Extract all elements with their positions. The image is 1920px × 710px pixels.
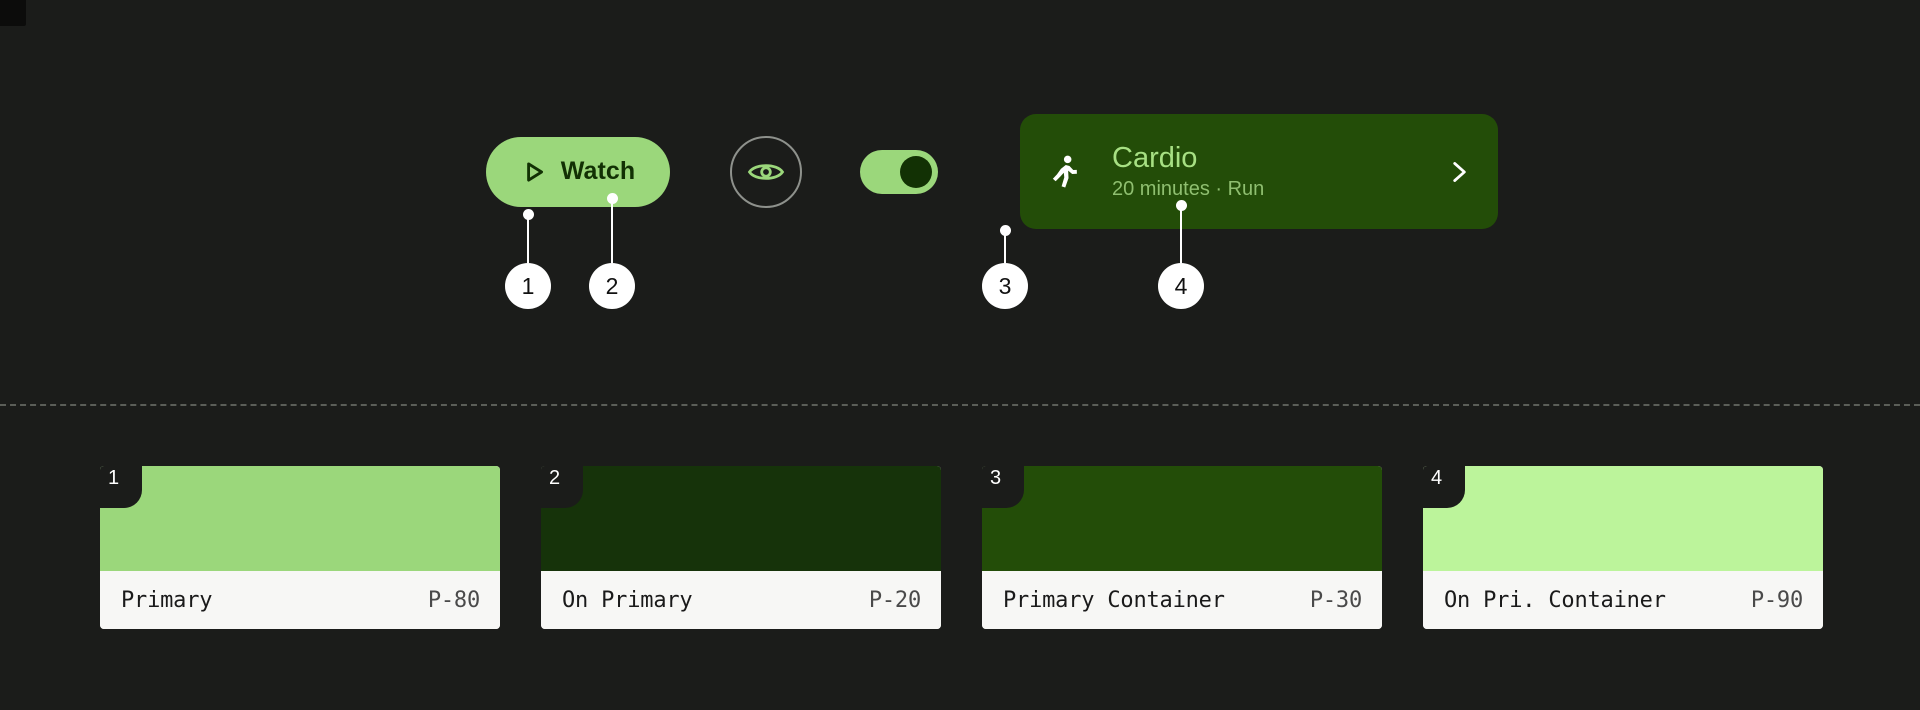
swatch-color-block bbox=[982, 466, 1382, 571]
swatch-card[interactable]: 1 Primary P-80 bbox=[100, 466, 500, 629]
chevron-right-icon bbox=[1453, 161, 1466, 182]
running-person-icon bbox=[1052, 155, 1077, 188]
toggle-thumb bbox=[900, 155, 932, 188]
swatch-color-block bbox=[100, 466, 500, 571]
callout-4-leader-line bbox=[1180, 205, 1182, 263]
swatch-card[interactable]: 3 Primary Container P-30 bbox=[982, 466, 1382, 629]
swatch-index-badge: 3 bbox=[982, 466, 1024, 508]
callout-1-leader-line bbox=[527, 214, 529, 263]
toggle-switch[interactable] bbox=[860, 149, 938, 194]
cardio-card-text: Cardio 20 minutes · Run bbox=[1112, 142, 1446, 200]
swatch-token: P-20 bbox=[868, 587, 921, 613]
swatch-label-bar: On Primary P-20 bbox=[541, 571, 941, 629]
callout-3-leader-line bbox=[1004, 230, 1006, 263]
swatch-label-bar: Primary Container P-30 bbox=[982, 571, 1382, 629]
swatch-color-block bbox=[541, 466, 941, 571]
color-swatch-strip: 1 Primary P-80 2 On Primary P-20 3 Prima… bbox=[100, 466, 1840, 629]
callout-4-bubble: 4 bbox=[1158, 263, 1204, 309]
swatch-index-badge: 4 bbox=[1423, 466, 1465, 508]
swatch-token: P-90 bbox=[1750, 587, 1803, 613]
eye-icon-button[interactable] bbox=[730, 135, 802, 208]
cardio-card-subtitle: 20 minutes · Run bbox=[1112, 177, 1265, 200]
eye-icon bbox=[747, 163, 785, 180]
callout-1-bubble: 1 bbox=[505, 263, 551, 309]
cardio-card-title: Cardio bbox=[1112, 142, 1198, 175]
callout-3-bubble: 3 bbox=[982, 263, 1028, 309]
swatch-color-block bbox=[1423, 466, 1823, 571]
swatch-index-badge: 1 bbox=[100, 466, 142, 508]
swatch-card[interactable]: 2 On Primary P-20 bbox=[541, 466, 941, 629]
callout-2-bubble: 2 bbox=[589, 263, 635, 309]
watch-button-label: Watch bbox=[560, 157, 636, 185]
play-triangle-icon bbox=[526, 161, 543, 182]
swatch-name: Primary bbox=[121, 587, 213, 613]
swatch-name: On Primary bbox=[562, 587, 693, 613]
component-showcase-region: Watch Cardio 20 minutes · Run 1 2 3 4 bbox=[0, 0, 1920, 405]
swatch-label-bar: On Pri. Container P-90 bbox=[1423, 571, 1823, 629]
swatch-token: P-30 bbox=[1309, 587, 1362, 613]
components-row: Watch Cardio 20 minutes · Run bbox=[486, 114, 1498, 229]
section-divider bbox=[0, 404, 1920, 406]
watch-button[interactable]: Watch bbox=[486, 136, 670, 207]
cardio-card[interactable]: Cardio 20 minutes · Run bbox=[1020, 114, 1498, 229]
swatch-index-badge: 2 bbox=[541, 466, 583, 508]
swatch-card[interactable]: 4 On Pri. Container P-90 bbox=[1423, 466, 1823, 629]
swatch-name: Primary Container bbox=[1003, 587, 1225, 613]
callout-2-leader-line bbox=[611, 198, 613, 263]
swatch-name: On Pri. Container bbox=[1444, 587, 1666, 613]
swatch-label-bar: Primary P-80 bbox=[100, 571, 500, 629]
swatch-token: P-80 bbox=[427, 587, 480, 613]
